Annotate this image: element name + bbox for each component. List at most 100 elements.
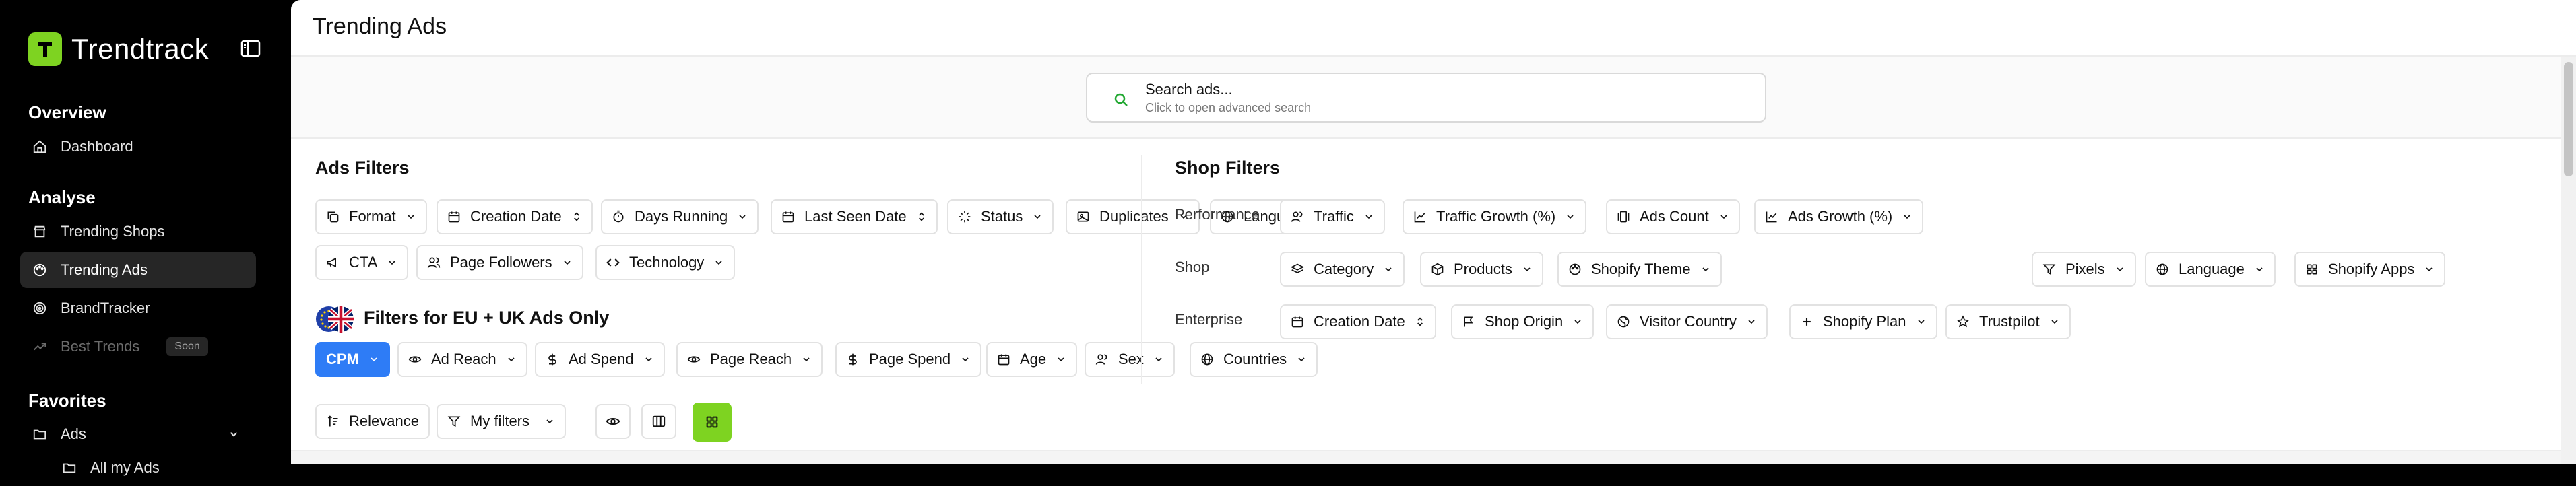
filter-traffic-growth[interactable]: Traffic Growth (%) xyxy=(1403,199,1587,234)
filter-status[interactable]: Status xyxy=(947,199,1054,234)
filter-cta[interactable]: CTA xyxy=(315,245,409,280)
filter-shop-origin[interactable]: Shop Origin xyxy=(1451,304,1595,339)
row-label-enterprise: Enterprise xyxy=(1175,311,1243,328)
filter-visitor-country[interactable]: Visitor Country xyxy=(1606,304,1768,339)
filter-page-followers[interactable]: Page Followers xyxy=(416,245,583,280)
timer-icon xyxy=(613,210,624,223)
sidebar-item-dashboard[interactable]: Dashboard xyxy=(20,129,256,165)
search-placeholder: Search ads... xyxy=(1145,81,1233,98)
chip-label: Visitor Country xyxy=(1640,313,1737,330)
chip-label: Ads Count xyxy=(1640,208,1709,225)
globe-icon xyxy=(1201,353,1213,366)
filter-creation-date[interactable]: Creation Date xyxy=(437,199,593,234)
sidebar-toggle-icon[interactable] xyxy=(240,38,261,59)
chip-label: Trustpilot xyxy=(1979,313,2040,330)
filter-last-seen-date[interactable]: Last Seen Date xyxy=(771,199,938,234)
filter-pixels[interactable]: Pixels xyxy=(2032,252,2136,287)
filter-days-running[interactable]: Days Running xyxy=(601,199,759,234)
filter-sex[interactable]: Sex xyxy=(1085,342,1175,377)
chip-label: My filters xyxy=(470,413,529,429)
line-chart-icon xyxy=(1414,211,1425,223)
chevron-down-icon xyxy=(546,419,553,424)
chevron-down-icon xyxy=(508,357,515,362)
filter-format[interactable]: Format xyxy=(315,199,427,234)
chevron-down-icon xyxy=(645,357,652,362)
chevron-down-icon xyxy=(715,261,722,265)
search-area: Search ads... Click to open advanced sea… xyxy=(291,57,2576,139)
filter-ad-reach[interactable]: Ad Reach xyxy=(397,342,527,377)
filter-traffic[interactable]: Traffic xyxy=(1280,199,1385,234)
sidebar-item-trending-ads[interactable]: Trending Ads xyxy=(20,252,256,288)
chevron-down-icon xyxy=(1298,357,1305,362)
chevron-down-icon xyxy=(1524,267,1531,272)
filter-ads-growth[interactable]: Ads Growth (%) xyxy=(1754,199,1924,234)
chevron-up-down-icon xyxy=(1417,317,1423,326)
search-input[interactable]: Search ads... Click to open advanced sea… xyxy=(1086,73,1766,123)
scrollbar[interactable] xyxy=(2561,57,2576,464)
filter-age[interactable]: Age xyxy=(986,342,1078,377)
chip-label: Page Reach xyxy=(710,351,792,368)
filter-shop-creation-date[interactable]: Creation Date xyxy=(1280,304,1436,339)
sidebar-item-trending-shops[interactable]: Trending Shops xyxy=(20,213,256,250)
eye-icon xyxy=(606,417,620,425)
filter-page-spend[interactable]: Page Spend xyxy=(835,342,982,377)
scrollbar-thumb[interactable] xyxy=(2564,62,2573,176)
search-icon xyxy=(1114,93,1128,106)
sidebar-item-brandtracker[interactable]: BrandTracker xyxy=(20,290,256,326)
chip-label: CPM xyxy=(326,351,359,368)
page-title: Trending Ads xyxy=(313,13,447,39)
filter-ad-spend[interactable]: Ad Spend xyxy=(535,342,665,377)
chevron-down-icon[interactable] xyxy=(228,428,240,440)
chip-label: Age xyxy=(1020,351,1047,368)
filter-ads-count[interactable]: Ads Count xyxy=(1606,199,1740,234)
filter-shopify-theme[interactable]: Shopify Theme xyxy=(1557,252,1722,287)
sort-relevance-button[interactable]: Relevance xyxy=(315,404,430,439)
columns-view-button[interactable] xyxy=(641,404,676,439)
chip-label: Creation Date xyxy=(470,208,562,225)
my-filters-dropdown[interactable]: My filters xyxy=(437,404,566,439)
chevron-down-icon xyxy=(1720,215,1727,219)
filters-divider xyxy=(1141,155,1142,384)
folder-icon xyxy=(63,463,76,473)
chevron-down-icon xyxy=(1567,215,1574,219)
grid-icon xyxy=(706,416,718,428)
code-icon xyxy=(606,258,620,267)
sidebar-item-all-my-ads[interactable]: All my Ads xyxy=(50,450,256,486)
filter-shopify-apps[interactable]: Shopify Apps xyxy=(2294,252,2446,287)
filter-countries[interactable]: Countries xyxy=(1190,342,1318,377)
chevron-down-icon xyxy=(1702,267,1709,272)
chip-label: Shopify Theme xyxy=(1591,261,1691,277)
content-start-strip xyxy=(291,450,2576,464)
chip-label: CTA xyxy=(349,254,378,271)
filter-shopify-plan[interactable]: Shopify Plan xyxy=(1789,304,1937,339)
toggle-visibility-button[interactable] xyxy=(595,404,631,439)
globe-icon xyxy=(1617,316,1630,328)
chip-label: Page Spend xyxy=(869,351,951,368)
filter-products[interactable]: Products xyxy=(1420,252,1543,287)
megaphone-icon xyxy=(327,257,336,268)
brand[interactable]: Trendtrack xyxy=(28,32,209,66)
chip-label: Ad Reach xyxy=(431,351,496,368)
soon-badge: Soon xyxy=(166,337,208,356)
chevron-down-icon xyxy=(1748,320,1755,324)
apps-grid-icon xyxy=(2307,264,2317,275)
grid-view-button[interactable] xyxy=(693,403,732,442)
filter-page-reach[interactable]: Page Reach xyxy=(676,342,823,377)
chip-label: Shopify Plan xyxy=(1823,313,1906,330)
chevron-down-icon xyxy=(962,357,969,362)
filter-trustpilot[interactable]: Trustpilot xyxy=(1945,304,2071,339)
chip-label: Pixels xyxy=(2065,261,2105,277)
sidebar-item-label: BrandTracker xyxy=(61,300,150,316)
sidebar-item-ads-folder[interactable]: Ads xyxy=(20,416,256,452)
filter-shop-language[interactable]: Language xyxy=(2145,252,2276,287)
filter-category[interactable]: Category xyxy=(1280,252,1405,287)
filter-cpm[interactable]: CPM xyxy=(315,342,390,377)
chip-label: Countries xyxy=(1223,351,1287,368)
target-icon xyxy=(33,302,46,315)
section-title-favorites: Favorites xyxy=(28,390,106,411)
header: Trending Ads xyxy=(291,0,2576,57)
store-icon xyxy=(34,225,46,238)
filter-technology[interactable]: Technology xyxy=(595,245,736,280)
shop-filters-title: Shop Filters xyxy=(1175,158,1281,178)
filter-icon xyxy=(2042,264,2056,275)
